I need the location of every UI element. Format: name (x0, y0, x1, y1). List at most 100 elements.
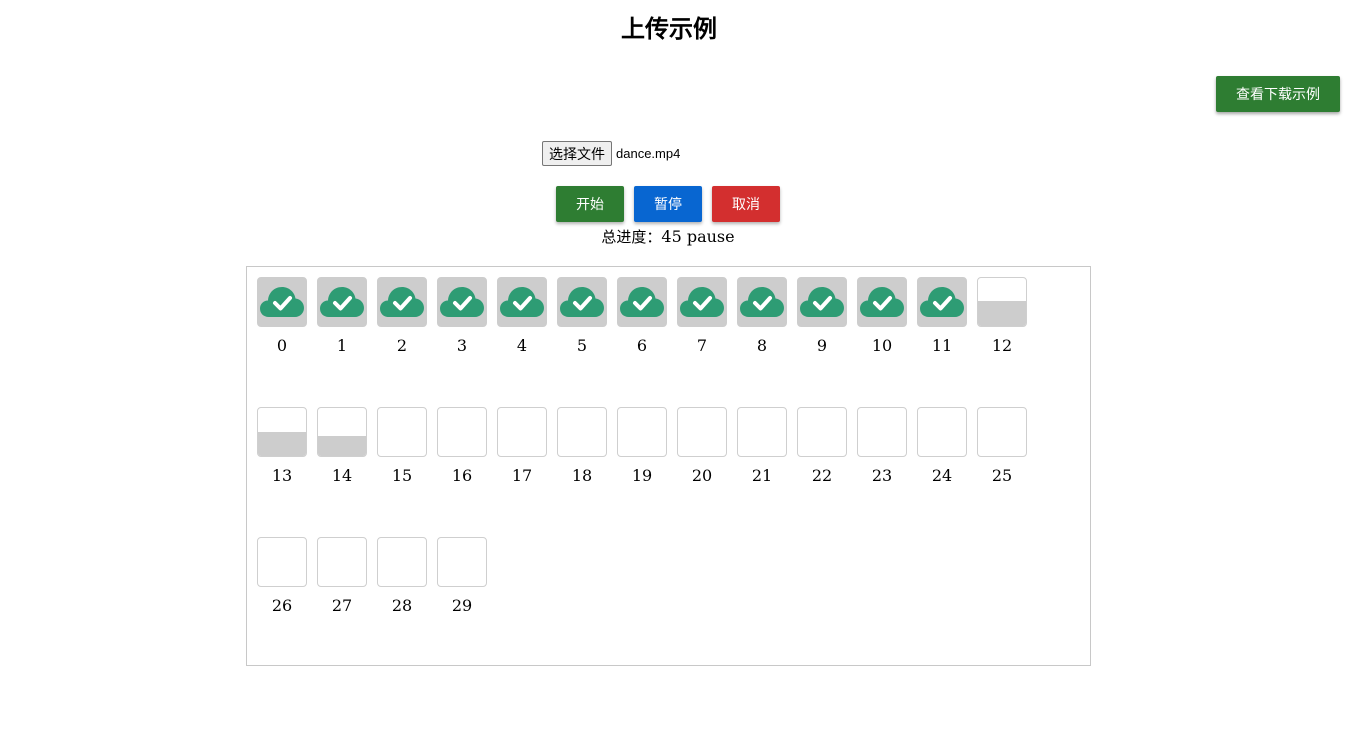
chunk-item: 6 (612, 277, 672, 355)
chunk-tile (737, 407, 787, 457)
cancel-button[interactable]: 取消 (712, 186, 780, 222)
chunk-item: 23 (852, 407, 912, 485)
chunk-item: 1 (312, 277, 372, 355)
total-progress-label: 总进度： (601, 228, 662, 246)
chunk-tile (737, 277, 787, 327)
chunk-item: 21 (732, 407, 792, 485)
chunk-tile (857, 277, 907, 327)
chunk-tile (257, 537, 307, 587)
chunk-label: 9 (816, 336, 828, 355)
chunk-label: 16 (451, 466, 473, 485)
chunk-item: 14 (312, 407, 372, 485)
chunk-item: 19 (612, 407, 672, 485)
chunk-item: 26 (252, 537, 312, 615)
chunk-label: 19 (631, 466, 653, 485)
chunk-tile (917, 277, 967, 327)
file-picker: 选择文件 dance.mp4 (542, 141, 680, 166)
chunk-label: 15 (391, 466, 413, 485)
chunk-tile (497, 407, 547, 457)
chunk-label: 26 (271, 596, 293, 615)
chunk-tile (857, 407, 907, 457)
chunk-item: 20 (672, 407, 732, 485)
chunk-label: 18 (571, 466, 593, 485)
chunk-item: 15 (372, 407, 432, 485)
cloud-check-icon (680, 287, 724, 317)
cloud-check-icon (920, 287, 964, 317)
chunk-label: 29 (451, 596, 473, 615)
start-button[interactable]: 开始 (556, 186, 624, 222)
total-progress: 总进度：45 pause (0, 226, 1336, 247)
chunk-progress-fill (318, 435, 366, 456)
choose-file-button[interactable]: 选择文件 (542, 141, 612, 166)
chunk-item: 9 (792, 277, 852, 355)
chunk-label: 24 (931, 466, 953, 485)
cloud-check-icon (620, 287, 664, 317)
chunk-tile (317, 277, 367, 327)
chunk-tile (677, 277, 727, 327)
chunk-label: 7 (696, 336, 708, 355)
page-title: 上传示例 (621, 15, 717, 43)
chunk-item: 11 (912, 277, 972, 355)
total-progress-value: 45 (661, 227, 682, 246)
chunk-label: 0 (276, 336, 288, 355)
chunk-tile (257, 277, 307, 327)
chunk-label: 13 (271, 466, 293, 485)
chunk-label: 14 (331, 466, 353, 485)
chunk-item: 16 (432, 407, 492, 485)
cloud-check-icon (500, 287, 544, 317)
chunk-label: 2 (396, 336, 408, 355)
chunk-item: 18 (552, 407, 612, 485)
cloud-check-icon (560, 287, 604, 317)
chunk-label: 23 (871, 466, 893, 485)
chunk-tile (437, 277, 487, 327)
cloud-check-icon (800, 287, 844, 317)
chunk-label: 27 (331, 596, 353, 615)
chunk-tile (497, 277, 547, 327)
chunk-item: 22 (792, 407, 852, 485)
chunk-tile (617, 407, 667, 457)
chunk-tile (317, 407, 367, 457)
upload-state: pause (686, 227, 735, 246)
chunk-label: 20 (691, 466, 713, 485)
chunk-grid: 0 1 2 3 4 5 6 7 8 9 10 11 12 13 14 15 16 17 18 19 20 21 22 23 24… (246, 266, 1091, 666)
cloud-check-icon (320, 287, 364, 317)
chunk-label: 6 (636, 336, 648, 355)
view-download-example-button[interactable]: 查看下载示例 (1216, 76, 1340, 112)
chunk-tile (677, 407, 727, 457)
chunk-item: 3 (432, 277, 492, 355)
chunk-label: 25 (991, 466, 1013, 485)
chunk-label: 28 (391, 596, 413, 615)
cloud-check-icon (860, 287, 904, 317)
chunk-tile (377, 277, 427, 327)
chunk-label: 3 (456, 336, 468, 355)
cloud-check-icon (260, 287, 304, 317)
chunk-item: 5 (552, 277, 612, 355)
chunk-tile (557, 407, 607, 457)
chunk-item: 17 (492, 407, 552, 485)
chunk-label: 17 (511, 466, 533, 485)
chunk-item: 4 (492, 277, 552, 355)
chunk-label: 1 (336, 336, 348, 355)
chunk-label: 4 (516, 336, 528, 355)
pause-button[interactable]: 暂停 (634, 186, 702, 222)
chunk-label: 11 (931, 336, 953, 355)
chunk-item: 10 (852, 277, 912, 355)
chunk-item: 7 (672, 277, 732, 355)
chunk-tile (317, 537, 367, 587)
chunk-item: 12 (972, 277, 1032, 355)
chunk-tile (377, 537, 427, 587)
chunk-item: 29 (432, 537, 492, 615)
chunk-tile (797, 407, 847, 457)
chunk-tile (977, 277, 1027, 327)
chunk-tile (257, 407, 307, 457)
chunk-item: 25 (972, 407, 1032, 485)
cloud-check-icon (380, 287, 424, 317)
chunk-item: 13 (252, 407, 312, 485)
chunk-tile (977, 407, 1027, 457)
chunk-tile (617, 277, 667, 327)
chunk-tile (437, 537, 487, 587)
chunk-label: 8 (756, 336, 768, 355)
chunk-progress-fill (978, 301, 1026, 326)
chunk-label: 22 (811, 466, 833, 485)
chunk-progress-fill (258, 432, 306, 456)
